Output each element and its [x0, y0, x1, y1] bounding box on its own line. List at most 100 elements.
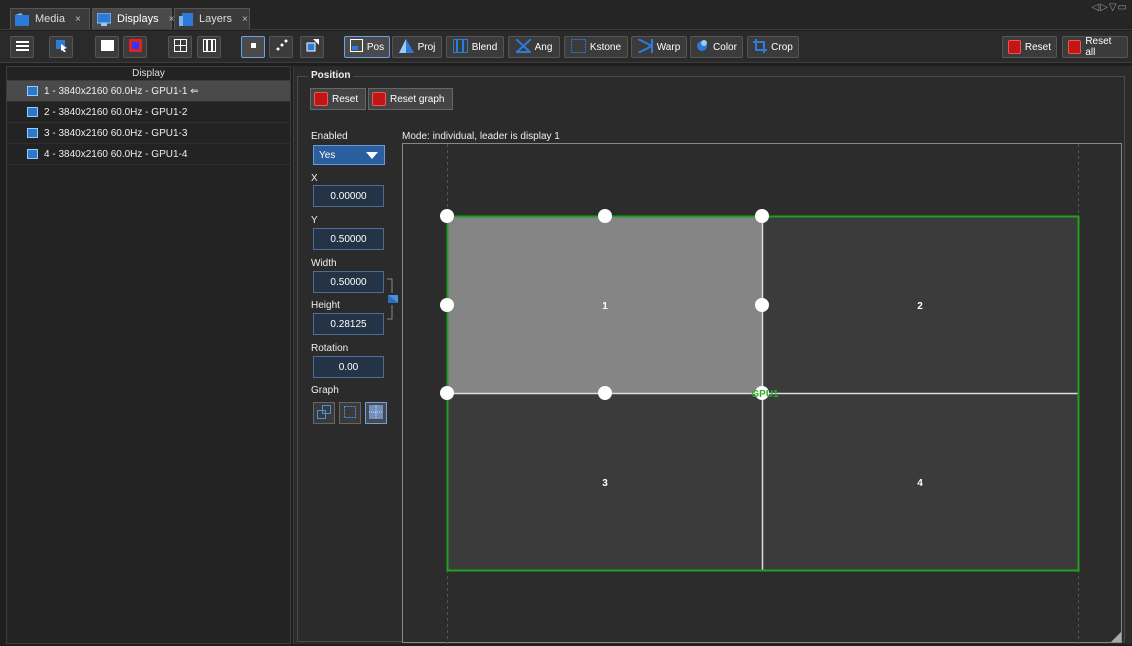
x-field[interactable]: 0.00000 [313, 185, 384, 207]
color-drop-icon [696, 39, 709, 55]
dotted-grid-icon [369, 404, 383, 422]
test-pattern-icon [128, 39, 142, 55]
y-label: Y [311, 215, 318, 226]
width-field[interactable]: 0.50000 [313, 271, 384, 293]
menu-button[interactable] [10, 36, 34, 58]
window-controls[interactable]: ◁▷▽▭ [1091, 2, 1128, 13]
width-label: Width [311, 258, 337, 269]
displays-icon [96, 12, 112, 26]
graph-select-button[interactable] [339, 402, 361, 424]
handle-top-mid [598, 209, 612, 223]
keystone-icon [570, 38, 586, 56]
monitor-icon [27, 107, 38, 117]
y-field[interactable]: 0.50000 [313, 228, 384, 250]
monitor-icon [100, 39, 114, 55]
reset-all-button[interactable]: Reset all [1062, 36, 1128, 58]
transform-button[interactable] [300, 36, 324, 58]
columns-icon [202, 39, 216, 55]
display-list-header: Display [7, 67, 290, 81]
display-list-item[interactable]: 2 - 3840x2160 60.0Hz - GPU1-2 [7, 102, 290, 123]
display-canvas[interactable]: 1 2 3 4 GPU1 [402, 143, 1122, 644]
monitor-icon [27, 149, 38, 159]
reset-graph-icon [372, 92, 386, 106]
position-icon [349, 39, 363, 55]
position-group: Position Reset Reset graph Enabled Yes X… [297, 70, 1125, 644]
mode-text: Mode: individual, leader is display 1 [402, 131, 560, 142]
height-label: Height [311, 300, 340, 311]
single-point-button[interactable] [241, 36, 265, 58]
aspect-link-icon[interactable] [384, 277, 400, 321]
monitor-icon [27, 128, 38, 138]
quadrant-label-1: 1 [602, 301, 608, 312]
tab-displays[interactable]: Displays × [92, 8, 174, 29]
handle-top-left [440, 209, 454, 223]
crop-icon [753, 38, 768, 56]
blend-icon [452, 38, 468, 56]
close-icon[interactable]: × [242, 14, 248, 25]
tab-label: Displays [117, 13, 159, 25]
tab-label: Media [35, 13, 65, 25]
graph-grid-button[interactable] [365, 402, 387, 424]
select-displays-button[interactable] [49, 36, 73, 58]
tab-bar: Media × Displays × Layers × ◁▷▽▭ [0, 0, 1132, 30]
reset-icon [314, 92, 328, 106]
close-icon[interactable]: × [75, 14, 81, 25]
columns-view-button[interactable] [197, 36, 221, 58]
x-label: X [311, 173, 318, 184]
blend-button[interactable]: Blend [446, 36, 504, 58]
reset-icon [1008, 40, 1021, 54]
position-title: Position [308, 70, 354, 81]
toolbar: Pos Proj Blend Ang Kstone Warp Color Cro… [0, 31, 1132, 63]
handle-bottom-mid [598, 386, 612, 400]
select-frame-icon [343, 405, 357, 422]
dots-icon [275, 39, 288, 55]
gpu-label: GPU1 [751, 389, 779, 400]
rotation-field[interactable]: 0.00 [313, 356, 384, 378]
grid-icon [173, 39, 187, 55]
warp-icon [637, 37, 654, 56]
menu-icon [15, 40, 29, 55]
handle-mid-left [440, 298, 454, 312]
color-button[interactable]: Color [690, 36, 743, 58]
handle-bottom-left [440, 386, 454, 400]
grid-view-button[interactable] [168, 36, 192, 58]
cursor-icon [55, 39, 68, 55]
enabled-label: Enabled [311, 131, 348, 142]
monitor-icon [27, 86, 38, 96]
angle-icon [514, 37, 532, 56]
reset-button[interactable]: Reset [1002, 36, 1057, 58]
position-reset-button[interactable]: Reset [310, 88, 366, 110]
layers-icon [179, 12, 193, 26]
warp-button[interactable]: Warp [631, 36, 687, 58]
reset-all-icon [1068, 40, 1082, 54]
handle-top-right [755, 209, 769, 223]
height-field[interactable]: 0.28125 [313, 313, 384, 335]
media-icon [15, 12, 29, 26]
quadrant-label-3: 3 [602, 478, 608, 489]
handle-mid-right [755, 298, 769, 312]
multi-point-button[interactable] [269, 36, 293, 58]
ang-button[interactable]: Ang [508, 36, 560, 58]
pos-button[interactable]: Pos [344, 36, 390, 58]
proj-button[interactable]: Proj [392, 36, 442, 58]
reset-graph-button[interactable]: Reset graph [368, 88, 453, 110]
tab-layers[interactable]: Layers × [174, 8, 250, 29]
test-pattern-button[interactable] [123, 36, 147, 58]
display-list-item[interactable]: 3 - 3840x2160 60.0Hz - GPU1-3 [7, 123, 290, 144]
resize-grip-icon [1111, 632, 1121, 642]
enabled-select[interactable]: Yes [313, 145, 385, 165]
projection-icon [398, 38, 414, 56]
quadrant-label-4: 4 [917, 478, 923, 489]
kstone-button[interactable]: Kstone [564, 36, 628, 58]
tab-media[interactable]: Media × [10, 8, 90, 29]
graph-move-button[interactable] [313, 402, 335, 424]
single-display-button[interactable] [95, 36, 119, 58]
chevron-down-icon [366, 152, 378, 159]
display-list-item[interactable]: 1 - 3840x2160 60.0Hz - GPU1-1 ⇐ [7, 81, 290, 102]
rotation-label: Rotation [311, 343, 349, 354]
display-list-item[interactable]: 4 - 3840x2160 60.0Hz - GPU1-4 [7, 144, 290, 165]
tab-label: Layers [199, 13, 233, 25]
graph-label: Graph [311, 385, 339, 396]
move-icon [317, 404, 331, 422]
crop-button[interactable]: Crop [747, 36, 799, 58]
